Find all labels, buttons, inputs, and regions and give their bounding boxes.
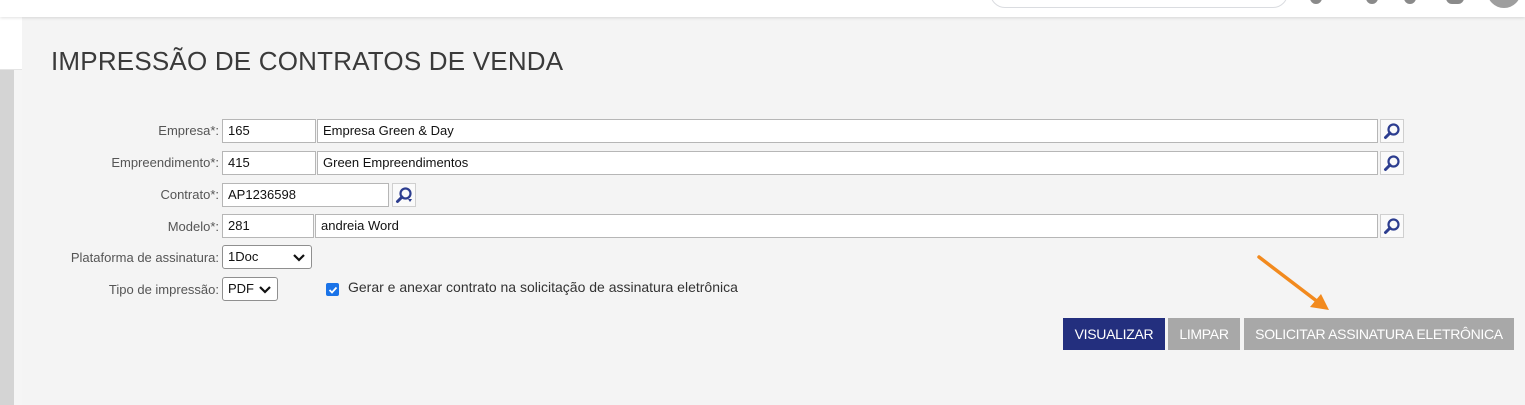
toolbar-icon[interactable] bbox=[1310, 0, 1322, 4]
empresa-code-input[interactable]: 165 bbox=[222, 119, 316, 143]
plataforma-select[interactable]: 1Doc bbox=[222, 245, 312, 269]
contrato-input[interactable]: AP1236598 bbox=[222, 183, 389, 207]
empresa-name-input[interactable]: Empresa Green & Day bbox=[317, 119, 1378, 143]
visualizar-button[interactable]: VISUALIZAR bbox=[1063, 318, 1165, 350]
modelo-name-input[interactable]: andreia Word bbox=[315, 214, 1378, 238]
empreendimento-label: Empreendimento*: bbox=[111, 155, 219, 170]
side-nav-strip bbox=[0, 70, 14, 405]
tipo-impressao-selected-value: PDF bbox=[228, 281, 254, 296]
apps-grid-icon[interactable] bbox=[1446, 0, 1464, 4]
empreendimento-code-input[interactable]: 415 bbox=[222, 151, 316, 175]
plataforma-label: Plataforma de assinatura: bbox=[70, 250, 219, 265]
side-nav-card bbox=[0, 17, 22, 70]
limpar-button[interactable]: LIMPAR bbox=[1168, 318, 1240, 350]
magnifier-icon bbox=[1384, 155, 1400, 171]
toolbar-icon[interactable] bbox=[1366, 0, 1378, 4]
empreendimento-lookup-button[interactable] bbox=[1380, 151, 1404, 175]
chevron-down-icon bbox=[293, 254, 305, 262]
page-title: IMPRESSÃO DE CONTRATOS DE VENDA bbox=[51, 46, 564, 76]
magnifier-refresh-icon bbox=[396, 187, 412, 203]
empresa-lookup-button[interactable] bbox=[1380, 119, 1404, 143]
plataforma-selected-value: 1Doc bbox=[228, 249, 259, 264]
gerar-anexar-label[interactable]: Gerar e anexar contrato na solicitação d… bbox=[348, 279, 738, 295]
tipo-impressao-select[interactable]: PDF bbox=[222, 277, 278, 301]
chevron-down-icon bbox=[259, 286, 271, 294]
top-app-bar bbox=[0, 0, 1525, 17]
magnifier-icon bbox=[1384, 218, 1400, 234]
global-search-box[interactable] bbox=[990, 0, 1288, 8]
solicitar-assinatura-button[interactable]: SOLICITAR ASSINATURA ELETRÔNICA bbox=[1244, 318, 1514, 350]
contrato-label: Contrato*: bbox=[160, 187, 219, 202]
magnifier-icon bbox=[1384, 123, 1400, 139]
modelo-label: Modelo*: bbox=[167, 219, 219, 234]
modelo-code-input[interactable]: 281 bbox=[222, 214, 314, 238]
arrow-icon bbox=[1257, 255, 1329, 310]
avatar[interactable] bbox=[1487, 0, 1521, 8]
toolbar-icon[interactable] bbox=[1404, 0, 1416, 4]
modelo-lookup-button[interactable] bbox=[1380, 214, 1404, 238]
contrato-lookup-button[interactable] bbox=[392, 183, 416, 207]
side-nav-gap bbox=[14, 70, 22, 405]
empreendimento-name-input[interactable]: Green Empreendimentos bbox=[317, 151, 1378, 175]
gerar-anexar-checkbox[interactable] bbox=[326, 283, 339, 296]
checkmark-icon bbox=[328, 286, 337, 294]
empresa-label: Empresa*: bbox=[158, 123, 219, 138]
tipo-impressao-label: Tipo de impressão: bbox=[108, 282, 219, 297]
